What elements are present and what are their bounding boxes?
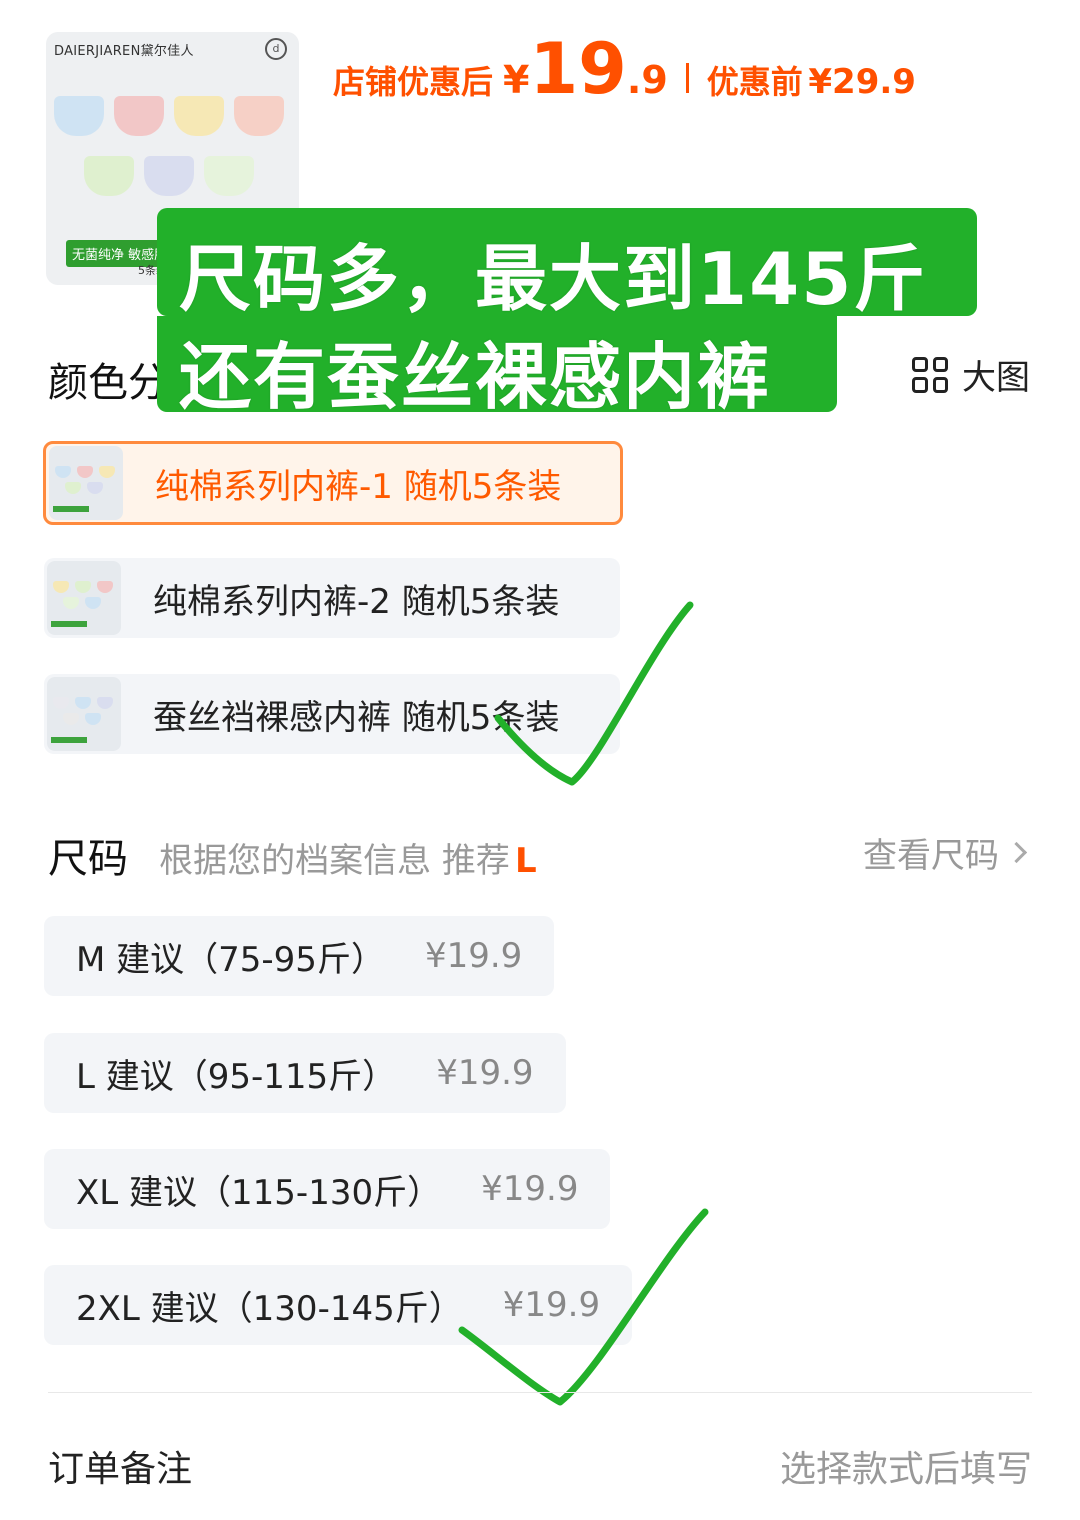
size-option-price: ¥19.9 (436, 1053, 534, 1093)
size-option-label: 2XL 建议（130-145斤） (76, 1288, 463, 1329)
thumb-brand: DAIERJIAREN黛尔佳人 (54, 44, 194, 59)
swatch-brief (144, 156, 194, 196)
order-note-label: 订单备注 (48, 1449, 193, 1490)
chevron-right-icon (1005, 841, 1028, 864)
size-option-label: XL 建议（115-130斤） (76, 1172, 442, 1213)
color-option[interactable]: 纯棉系列内裤-2 随机5条装 (44, 558, 620, 638)
option-thumbnail (49, 446, 123, 520)
size-header: 尺码 根据您的档案信息 推荐 L (48, 826, 537, 884)
overlay-text-line1: 尺码多，最大到145斤 (179, 237, 928, 321)
size-chart-label: 查看尺码 (863, 836, 999, 876)
price-after-label: 店铺优惠后 (333, 63, 494, 101)
size-option-label: L 建议（95-115斤） (76, 1056, 397, 1097)
price-decimal: .9 (626, 58, 668, 102)
color-option[interactable]: 纯棉系列内裤-1 随机5条装 (43, 441, 623, 525)
size-option-price: ¥19.9 (502, 1285, 601, 1325)
option-thumbnail (47, 561, 121, 635)
overlay-banner-line1: 尺码多，最大到145斤 (157, 208, 977, 321)
swatch-brief (114, 96, 164, 136)
swatch-brief (174, 96, 224, 136)
swatch-brief (84, 156, 134, 196)
order-note-input[interactable]: 选择款式后填写 (780, 1440, 1032, 1492)
option-thumbnail (47, 677, 121, 751)
color-option-label: 纯棉系列内裤-1 随机5条装 (155, 466, 562, 507)
size-option[interactable]: 2XL 建议（130-145斤） ¥19.9 (44, 1265, 633, 1345)
overlay-text-line2: 还有蚕丝裸感内裤 (179, 335, 772, 419)
swatch-brief (204, 156, 254, 196)
size-section-title: 尺码 (48, 836, 128, 882)
size-option[interactable]: L 建议（95-115斤） ¥19.9 (44, 1033, 566, 1113)
big-view-button[interactable]: 大图 (912, 350, 1030, 399)
color-option[interactable]: 蚕丝裆裸感内裤 随机5条装 (44, 674, 620, 754)
divider (48, 1392, 1032, 1393)
size-option[interactable]: XL 建议（115-130斤） ¥19.9 (44, 1149, 611, 1229)
size-option-label: M 建议（75-95斤） (76, 939, 385, 980)
price-currency: ¥ (503, 58, 530, 102)
color-option-label: 蚕丝裆裸感内裤 随机5条装 (153, 697, 560, 738)
size-option-price: ¥19.9 (481, 1169, 579, 1209)
size-hint: 根据您的档案信息 推荐 (159, 841, 510, 881)
price-row: 店铺优惠后 ¥19.9 优惠前 ¥29.9 (333, 28, 916, 118)
price-integer: 19 (529, 28, 627, 110)
big-view-label: 大图 (962, 358, 1030, 398)
overlay-banner-line2: 还有蚕丝裸感内裤 (157, 316, 837, 419)
size-option[interactable]: M 建议（75-95斤） ¥19.9 (44, 916, 555, 996)
color-option-label: 纯棉系列内裤-2 随机5条装 (153, 581, 560, 622)
size-recommended: L (515, 841, 537, 881)
swatch-brief (234, 96, 284, 136)
size-option-price: ¥19.9 (424, 936, 523, 976)
price-before-label: 优惠前 (706, 63, 803, 101)
grid-icon (912, 356, 948, 393)
price-divider (685, 63, 689, 93)
price-before-value: ¥29.9 (808, 62, 916, 102)
size-chart-link[interactable]: 查看尺码 (863, 828, 1028, 877)
brand-logo-icon: d (265, 38, 287, 60)
swatch-brief (54, 96, 104, 136)
